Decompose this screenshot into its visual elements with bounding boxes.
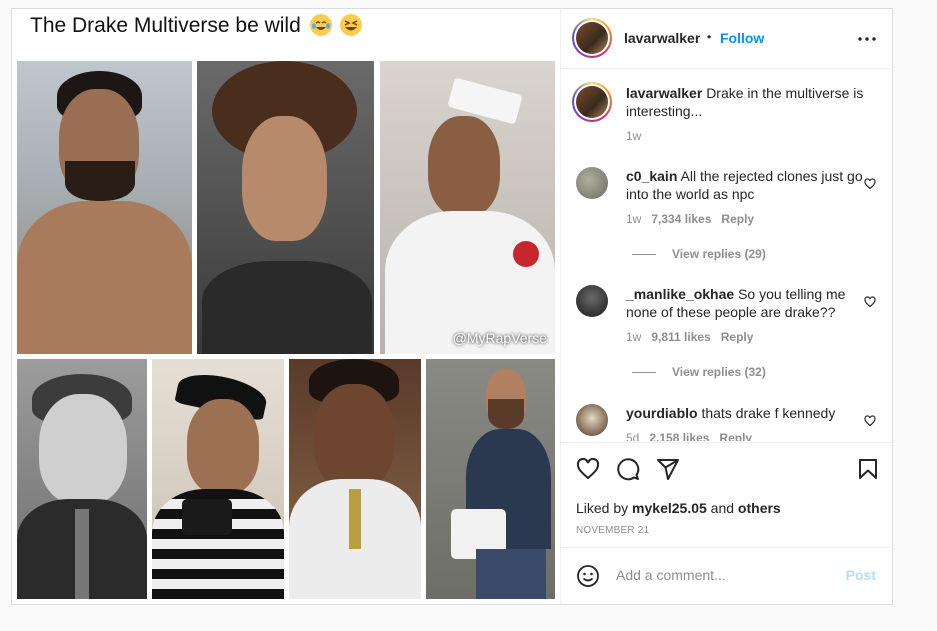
- view-replies-button[interactable]: View replies (32): [632, 365, 766, 379]
- meme-caption: The Drake Multiverse be wild: [30, 14, 363, 38]
- comment-text-block: c0_kain All the rejected clones just go …: [626, 167, 866, 203]
- comments-list[interactable]: lavarwalker Drake in the multiverse is i…: [560, 69, 892, 441]
- comment-username[interactable]: yourdiablo: [626, 405, 698, 421]
- caption-time: 1w: [626, 129, 642, 143]
- comment-time: 1w: [626, 330, 642, 344]
- add-comment-bar: Add a comment... Post: [560, 547, 892, 605]
- comment-text-block: _manlike_okhae So you telling me none of…: [626, 285, 866, 321]
- reply-button[interactable]: Reply: [719, 431, 752, 441]
- comment-likes[interactable]: 7,334 likes: [651, 212, 711, 226]
- caption-username[interactable]: lavarwalker: [626, 85, 702, 101]
- view-replies-label: View replies (29): [672, 247, 766, 261]
- author-avatar[interactable]: [572, 18, 612, 58]
- photo-shirtless-man: [17, 61, 192, 354]
- comment-heart-icon[interactable]: [864, 177, 876, 190]
- liked-by-others[interactable]: others: [738, 500, 781, 516]
- comment-meta: 1w 9,811 likes Reply: [626, 330, 753, 344]
- post-media[interactable]: The Drake Multiverse be wild @MyRapVerse: [12, 9, 561, 604]
- like-heart-icon[interactable]: [576, 457, 600, 481]
- caption-text-block: lavarwalker Drake in the multiverse is i…: [626, 84, 866, 120]
- save-bookmark-icon[interactable]: [856, 457, 880, 481]
- caption-author-avatar[interactable]: [572, 82, 612, 122]
- reply-button[interactable]: Reply: [721, 330, 754, 344]
- comment-meta: 1w 7,334 likes Reply: [626, 212, 754, 226]
- grinning-squinting-emoji-icon: [340, 14, 363, 36]
- post-header: lavarwalker • Follow: [560, 9, 892, 69]
- comment-text: thats drake f kennedy: [701, 405, 836, 421]
- photo-in-n-out-worker: @MyRapVerse: [380, 61, 555, 354]
- meme-caption-text: The Drake Multiverse be wild: [30, 14, 301, 37]
- comment-heart-icon[interactable]: [864, 295, 876, 308]
- photo-camera-selfie-man: [152, 359, 284, 599]
- comment-username[interactable]: _manlike_okhae: [626, 286, 734, 302]
- instagram-post: The Drake Multiverse be wild @MyRapVerse…: [11, 8, 893, 605]
- liked-by: Liked by mykel25.05 and others: [576, 500, 781, 516]
- crying-laughing-emoji-icon: [309, 14, 332, 36]
- watermark: @MyRapVerse: [452, 330, 547, 346]
- liked-by-user[interactable]: mykel25.05: [632, 500, 707, 516]
- comment-time: 1w: [626, 212, 642, 226]
- comment-likes[interactable]: 2,158 likes: [649, 431, 709, 441]
- photo-yearbook-man: [17, 359, 147, 599]
- comment-likes[interactable]: 9,811 likes: [651, 330, 710, 344]
- more-options-icon[interactable]: [857, 31, 877, 47]
- commenter-avatar[interactable]: [576, 285, 608, 317]
- comment-username[interactable]: c0_kain: [626, 168, 677, 184]
- comment-meta: 5d 2,158 likes Reply: [626, 431, 752, 441]
- emoji-picker-icon[interactable]: [576, 564, 600, 588]
- post-actions: Liked by mykel25.05 and others NOVEMBER …: [560, 442, 892, 536]
- post-comment-button[interactable]: Post: [846, 567, 876, 583]
- comment-bubble-icon[interactable]: [616, 457, 640, 481]
- liked-by-prefix: Liked by: [576, 500, 629, 516]
- comment-time: 5d: [626, 431, 640, 441]
- view-replies-button[interactable]: View replies (29): [632, 247, 766, 261]
- commenter-avatar[interactable]: [576, 404, 608, 436]
- follow-button[interactable]: Follow: [720, 30, 764, 46]
- photo-bald-man-with-bag: [426, 359, 555, 599]
- share-paper-plane-icon[interactable]: [656, 457, 680, 481]
- comment-text-block: yourdiablo thats drake f kennedy: [626, 404, 866, 422]
- commenter-avatar[interactable]: [576, 167, 608, 199]
- header-separator: •: [707, 30, 712, 44]
- photo-curly-hair-man: [197, 61, 374, 354]
- comment-heart-icon[interactable]: [864, 414, 876, 427]
- liked-by-and: and: [710, 500, 735, 516]
- photo-doctor-man: [289, 359, 421, 599]
- comment-input[interactable]: Add a comment...: [616, 567, 726, 583]
- reply-button[interactable]: Reply: [721, 212, 754, 226]
- post-date: NOVEMBER 21: [576, 525, 650, 536]
- author-username[interactable]: lavarwalker: [624, 30, 700, 46]
- view-replies-label: View replies (32): [672, 365, 766, 379]
- post-sidebar: lavarwalker • Follow lavarwalker Drake i…: [560, 9, 892, 604]
